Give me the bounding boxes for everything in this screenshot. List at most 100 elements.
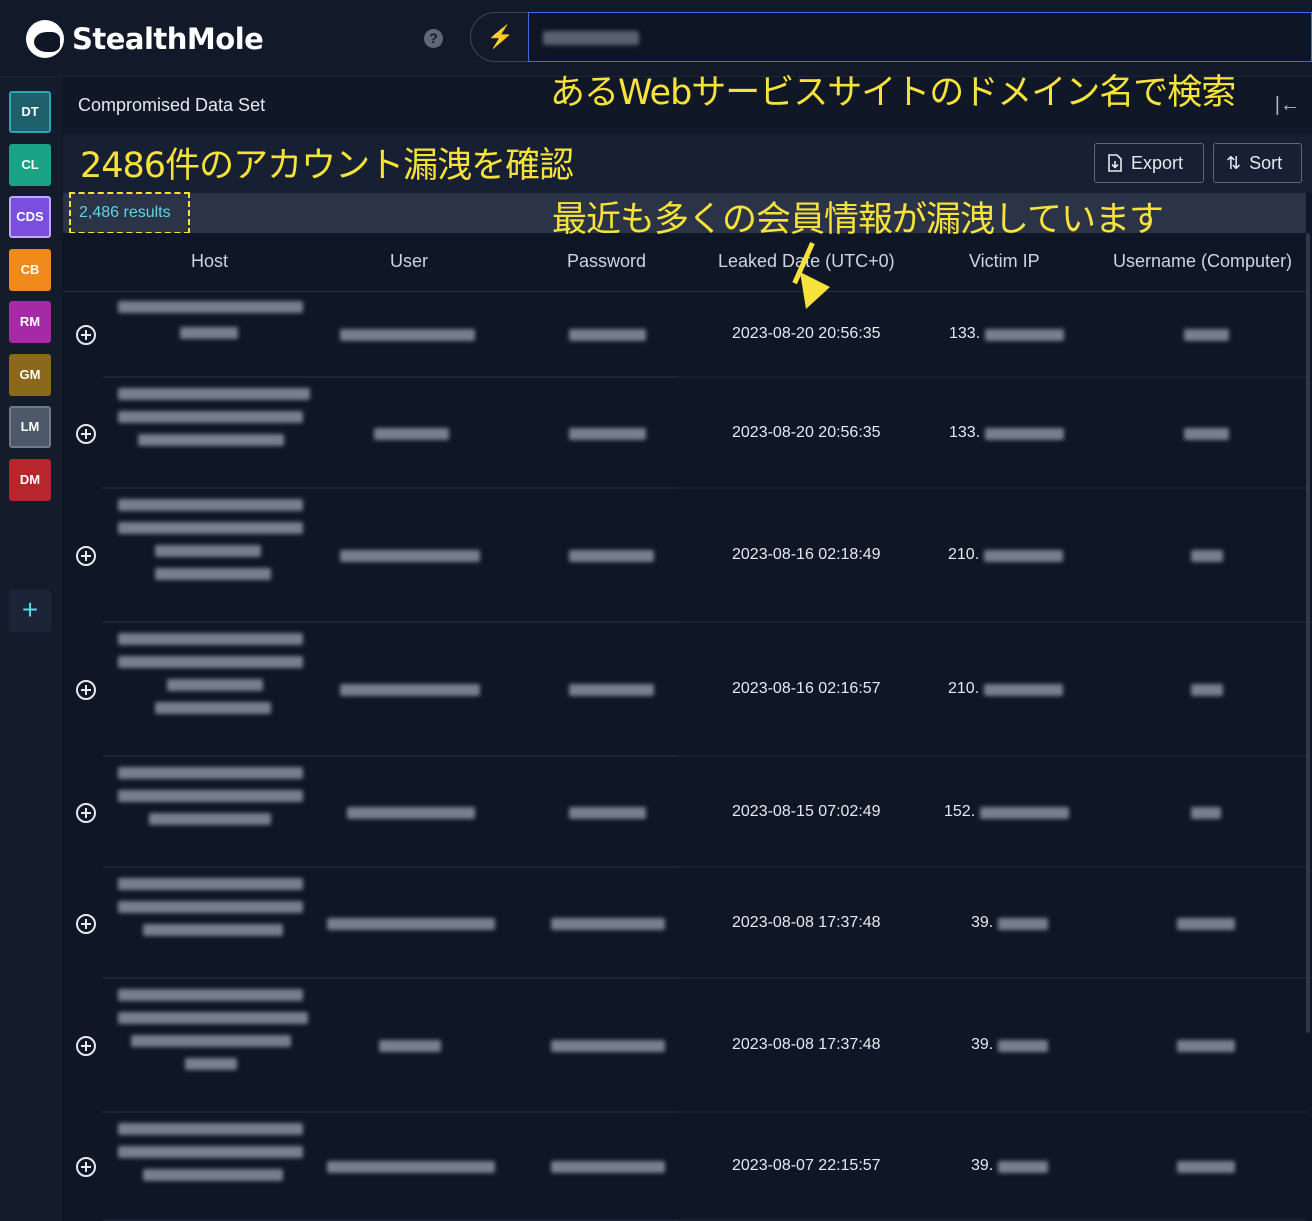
annotation-arrow-head: [800, 272, 830, 309]
expand-row-icon[interactable]: [76, 680, 96, 700]
username-redacted: [1177, 1161, 1235, 1173]
mole-logo-icon: [26, 20, 64, 58]
host-redacted: [118, 388, 310, 400]
username-redacted: [1177, 1040, 1235, 1052]
annotation-search-note: あるWebサービスサイトのドメイン名で検索: [550, 73, 1236, 113]
table-row[interactable]: 2023-08-20 20:56:35 133.: [63, 291, 1306, 378]
sidebar-item-dt[interactable]: DT: [9, 91, 51, 133]
username-redacted: [1184, 427, 1229, 440]
victim-ip-prefix: 133.: [949, 324, 981, 342]
lightning-icon[interactable]: ⚡: [470, 12, 530, 62]
table-row[interactable]: 2023-08-20 20:56:35 133.: [63, 378, 1306, 489]
sidebar-item-dm[interactable]: DM: [9, 458, 51, 501]
sidebar-item-gm[interactable]: GM: [9, 353, 51, 396]
username-redacted: [1191, 550, 1223, 562]
leaked-date-cell: 2023-08-20 20:56:35: [732, 324, 881, 342]
username-redacted: [1191, 806, 1221, 819]
sidebar-item-cds[interactable]: CDS: [9, 196, 51, 238]
leaked-date-cell: 2023-08-08 17:37:48: [732, 913, 881, 931]
collapse-panel-icon[interactable]: |←: [1275, 94, 1300, 117]
host-redacted: [185, 1058, 237, 1070]
table-row[interactable]: 2023-08-08 17:37:48 39.: [63, 868, 1306, 979]
sidebar-item-cb[interactable]: CB: [9, 248, 51, 291]
results-count: 2,486 results: [69, 192, 190, 234]
logo[interactable]: StealthMole: [26, 20, 264, 58]
host-redacted: [180, 327, 238, 339]
host-redacted: [118, 790, 303, 802]
table-row[interactable]: 2023-08-08 17:37:48 39.: [63, 979, 1306, 1113]
password-redacted: [569, 550, 654, 562]
panel-title: Compromised Data Set: [78, 95, 266, 115]
column-username-computer[interactable]: Username (Computer): [1113, 251, 1292, 272]
host-redacted: [118, 411, 303, 423]
user-redacted: [327, 1161, 495, 1173]
victim-ip-redacted: [985, 328, 1064, 341]
scrollbar[interactable]: [1306, 233, 1310, 1033]
user-redacted: [340, 328, 475, 341]
column-user[interactable]: User: [390, 251, 428, 272]
sidebar-item-rm[interactable]: RM: [9, 301, 51, 343]
victim-ip-redacted: [998, 917, 1048, 930]
victim-ip-redacted: [998, 1161, 1048, 1173]
host-redacted: [138, 434, 284, 446]
host-redacted: [118, 989, 303, 1001]
password-redacted: [569, 806, 646, 819]
search-input[interactable]: [528, 12, 1312, 62]
expand-row-icon[interactable]: [76, 423, 96, 444]
expand-row-icon[interactable]: [76, 324, 96, 345]
host-redacted: [155, 545, 261, 557]
victim-ip-prefix: 210.: [948, 680, 980, 697]
username-redacted: [1177, 917, 1235, 930]
host-redacted: [118, 1012, 308, 1024]
brand-name: StealthMole: [72, 22, 264, 56]
help-icon[interactable]: ?: [424, 29, 443, 48]
table-row[interactable]: 2023-08-16 02:18:49 210.: [63, 489, 1306, 623]
sidebar: DT CL CDS CB RM GM LM DM +: [0, 77, 62, 1221]
export-button[interactable]: Export: [1094, 143, 1204, 183]
column-host[interactable]: Host: [191, 251, 228, 272]
password-redacted: [551, 1161, 665, 1173]
leaked-date-cell: 2023-08-07 22:15:57: [732, 1157, 881, 1174]
username-redacted: [1184, 328, 1229, 341]
user-redacted: [327, 917, 495, 930]
expand-row-icon[interactable]: [76, 802, 96, 823]
table-row[interactable]: 2023-08-16 02:16:57 210.: [63, 623, 1306, 757]
add-module-button[interactable]: +: [9, 590, 51, 632]
host-redacted: [131, 1035, 291, 1047]
host-redacted: [143, 1169, 283, 1181]
sort-button[interactable]: ⇅ Sort: [1213, 143, 1302, 183]
leaked-date-cell: 2023-08-16 02:16:57: [732, 680, 881, 697]
host-redacted: [155, 568, 271, 580]
victim-ip-redacted: [980, 806, 1069, 819]
search-query-redacted: [543, 31, 639, 45]
victim-ip-redacted: [998, 1040, 1048, 1052]
column-victim-ip[interactable]: Victim IP: [969, 251, 1040, 272]
host-redacted: [118, 633, 303, 645]
victim-ip-prefix: 39.: [971, 1036, 994, 1053]
expand-row-icon[interactable]: [76, 546, 96, 566]
host-redacted: [118, 1146, 303, 1158]
host-redacted: [155, 702, 271, 714]
table-row[interactable]: 2023-08-07 22:15:57 39.: [63, 1113, 1306, 1221]
column-password[interactable]: Password: [567, 251, 646, 272]
expand-row-icon[interactable]: [76, 913, 96, 934]
sidebar-item-cl[interactable]: CL: [9, 143, 51, 186]
victim-ip-redacted: [985, 427, 1064, 440]
user-redacted: [340, 550, 480, 562]
victim-ip-prefix: 39.: [971, 913, 994, 931]
victim-ip-prefix: 152.: [944, 802, 976, 820]
host-redacted: [143, 924, 283, 936]
table-row[interactable]: 2023-08-15 07:02:49 152.: [63, 757, 1306, 868]
sort-label: Sort: [1249, 152, 1283, 173]
victim-ip-redacted: [984, 550, 1063, 562]
host-redacted: [118, 767, 303, 779]
victim-ip-prefix: 210.: [948, 546, 980, 563]
host-redacted: [118, 499, 303, 511]
annotation-count-note: 2486件のアカウント漏洩を確認: [80, 146, 574, 186]
download-file-icon: [1108, 154, 1122, 172]
expand-row-icon[interactable]: [76, 1036, 96, 1056]
leaked-date-cell: 2023-08-08 17:37:48: [732, 1036, 881, 1053]
expand-row-icon[interactable]: [76, 1157, 96, 1177]
sidebar-item-lm[interactable]: LM: [9, 406, 51, 448]
password-redacted: [551, 1040, 665, 1052]
